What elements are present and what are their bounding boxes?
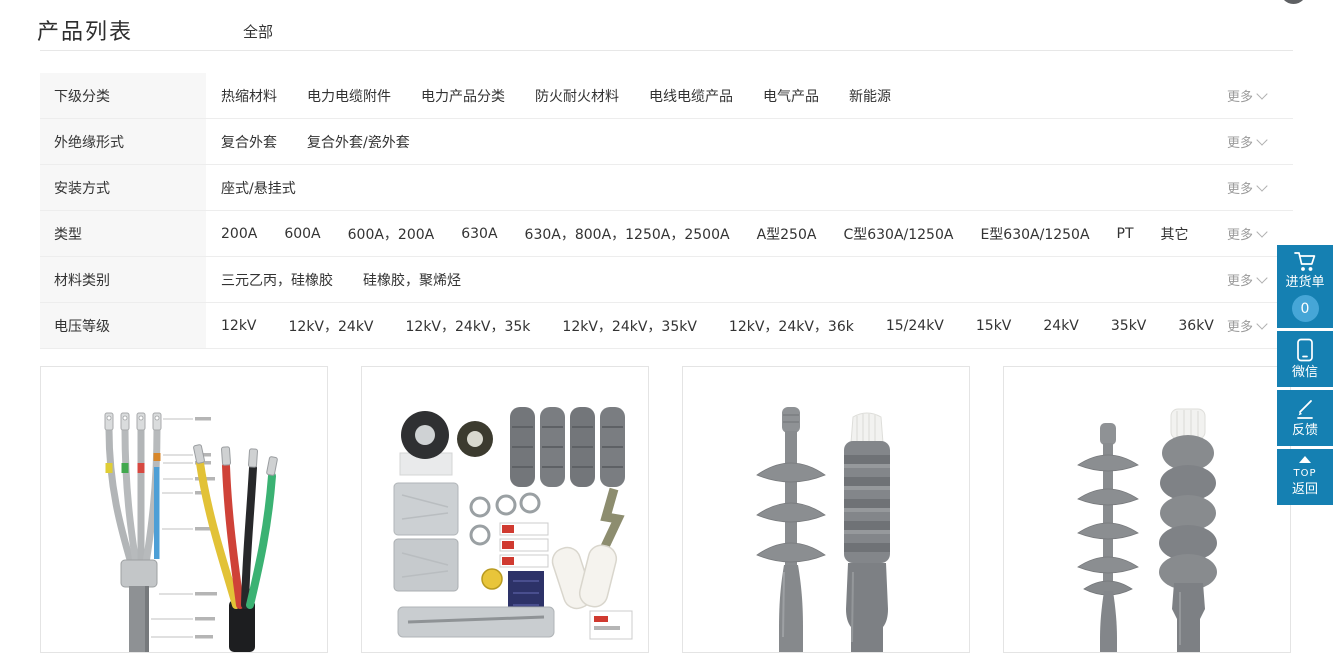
filter-options: 座式/悬挂式	[206, 165, 1227, 210]
filter-option[interactable]: 座式/悬挂式	[221, 178, 296, 198]
more-label: 更多	[1227, 270, 1253, 289]
filter-option[interactable]: 电力电缆附件	[307, 86, 391, 106]
filter-option[interactable]: 12kV，24kV	[289, 316, 374, 336]
filter-row-material: 材料类别 三元乙丙，硅橡胶 硅橡胶，聚烯烃 更多	[40, 257, 1293, 303]
product-image-termination-kit	[362, 367, 648, 652]
more-label: 更多	[1227, 316, 1253, 335]
filter-option[interactable]: 600A	[284, 226, 320, 242]
back-to-top-button[interactable]: TOP 返回	[1277, 449, 1333, 505]
product-image-cold-shrink-pair	[683, 367, 969, 652]
filter-option[interactable]: 其它	[1161, 224, 1189, 244]
cart-button[interactable]: 进货单 0	[1277, 245, 1333, 328]
filter-option[interactable]: 硅橡胶，聚烯烃	[363, 270, 461, 290]
filter-options: 热缩材料 电力电缆附件 电力产品分类 防火耐火材料 电线电缆产品 电气产品 新能…	[206, 73, 1227, 118]
filter-option[interactable]: 12kV	[221, 318, 257, 334]
filter-label: 安装方式	[40, 165, 206, 210]
filter-row-outer-insulation: 外绝缘形式 复合外套 复合外套/瓷外套 更多	[40, 119, 1293, 165]
filter-option[interactable]: 复合外套/瓷外套	[307, 132, 410, 152]
filter-options: 三元乙丙，硅橡胶 硅橡胶，聚烯烃	[206, 257, 1227, 302]
product-card[interactable]	[682, 366, 970, 653]
filter-option[interactable]: 36kV	[1178, 318, 1214, 334]
filter-option[interactable]: 600A，200A	[348, 224, 435, 244]
more-label: 更多	[1227, 132, 1253, 151]
more-label: 更多	[1227, 224, 1253, 243]
filter-option[interactable]: 防火耐火材料	[535, 86, 619, 106]
filter-option[interactable]: A型250A	[757, 224, 817, 244]
filter-option[interactable]: 电线电缆产品	[649, 86, 733, 106]
phone-icon	[1296, 338, 1314, 362]
product-image-cold-shrink-pair-ribbed	[1004, 367, 1290, 652]
arrow-up-icon	[1299, 456, 1311, 463]
filter-row-subcategory: 下级分类 热缩材料 电力电缆附件 电力产品分类 防火耐火材料 电线电缆产品 电气…	[40, 73, 1293, 119]
cart-icon	[1293, 251, 1317, 273]
filter-option[interactable]: 24kV	[1043, 318, 1079, 334]
filter-option[interactable]: 15/24kV	[886, 318, 944, 334]
back-top-label: 返回	[1292, 483, 1318, 498]
filter-label: 类型	[40, 211, 206, 256]
feedback-label: 反馈	[1292, 424, 1318, 439]
filter-option[interactable]: E型630A/1250A	[980, 224, 1089, 244]
filter-row-install-method: 安装方式 座式/悬挂式 更多	[40, 165, 1293, 211]
filter-option[interactable]: 630A，800A，1250A，2500A	[525, 224, 730, 244]
chevron-down-icon	[1256, 134, 1267, 145]
header-divider	[40, 50, 1293, 51]
filter-option[interactable]: 热缩材料	[221, 86, 277, 106]
product-image-cable-termination-diagram	[41, 367, 327, 652]
chevron-down-icon	[1256, 318, 1267, 329]
more-label: 更多	[1227, 86, 1253, 105]
cart-label: 进货单	[1285, 276, 1324, 291]
filter-option[interactable]: 200A	[221, 226, 257, 242]
filter-row-voltage: 电压等级 12kV 12kV，24kV 12kV，24kV，35k 12kV，2…	[40, 303, 1293, 349]
filter-row-type: 类型 200A 600A 600A，200A 630A 630A，800A，12…	[40, 211, 1293, 257]
filter-options: 200A 600A 600A，200A 630A 630A，800A，1250A…	[206, 211, 1227, 256]
chevron-down-icon	[1256, 272, 1267, 283]
filter-option[interactable]: 12kV，24kV，35kV	[562, 316, 697, 336]
filter-option[interactable]: C型630A/1250A	[843, 224, 953, 244]
filter-label: 材料类别	[40, 257, 206, 302]
filter-option[interactable]: 电气产品	[763, 86, 819, 106]
feedback-button[interactable]: 反馈	[1277, 390, 1333, 446]
filter-option[interactable]: 复合外套	[221, 132, 277, 152]
filter-label: 下级分类	[40, 73, 206, 118]
filter-option[interactable]: 35kV	[1111, 318, 1147, 334]
more-button[interactable]: 更多	[1227, 73, 1293, 118]
page-title: 产品列表	[37, 14, 133, 46]
cart-badge: 0	[1292, 295, 1319, 322]
wechat-label: 微信	[1292, 366, 1318, 381]
chevron-down-icon	[1256, 88, 1267, 99]
floating-sidebar: 进货单 0 微信 反馈 TOP 返回	[1277, 245, 1333, 505]
filter-option[interactable]: 12kV，24kV，35k	[406, 316, 531, 336]
product-card[interactable]	[1003, 366, 1291, 653]
filter-label: 电压等级	[40, 303, 206, 348]
avatar[interactable]	[1280, 0, 1307, 4]
chevron-down-icon	[1256, 226, 1267, 237]
filter-option[interactable]: 630A	[461, 226, 497, 242]
filter-option[interactable]: 电力产品分类	[421, 86, 505, 106]
filter-option[interactable]: 12kV，24kV，36k	[729, 316, 854, 336]
filter-label: 外绝缘形式	[40, 119, 206, 164]
top-word: TOP	[1293, 468, 1316, 480]
chevron-down-icon	[1256, 180, 1267, 191]
filter-options: 12kV 12kV，24kV 12kV，24kV，35k 12kV，24kV，3…	[206, 303, 1227, 348]
more-button[interactable]: 更多	[1227, 119, 1293, 164]
more-button[interactable]: 更多	[1227, 165, 1293, 210]
product-card[interactable]	[40, 366, 328, 653]
filter-options: 复合外套 复合外套/瓷外套	[206, 119, 1227, 164]
filter-option[interactable]: PT	[1117, 226, 1134, 242]
product-card[interactable]	[361, 366, 649, 653]
pencil-icon	[1294, 398, 1316, 420]
product-grid	[40, 366, 1291, 653]
wechat-button[interactable]: 微信	[1277, 331, 1333, 387]
filter-option[interactable]: 15kV	[976, 318, 1012, 334]
filter-option[interactable]: 新能源	[849, 86, 891, 106]
filter-option[interactable]: 三元乙丙，硅橡胶	[221, 270, 333, 290]
more-label: 更多	[1227, 178, 1253, 197]
filter-table: 下级分类 热缩材料 电力电缆附件 电力产品分类 防火耐火材料 电线电缆产品 电气…	[40, 73, 1293, 349]
tab-all[interactable]: 全部	[243, 21, 273, 42]
